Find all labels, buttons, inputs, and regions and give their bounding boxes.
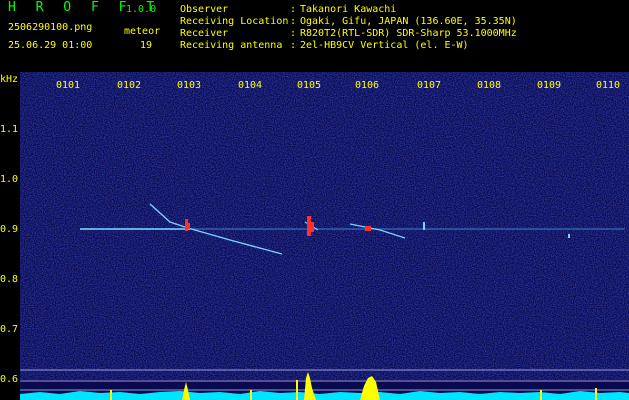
receiver-separator: :: [290, 28, 297, 39]
receiver-value: R820T2(RTL-SDR) SDR-Sharp 53.1000MHz: [300, 28, 517, 39]
noise-spot: [423, 222, 425, 230]
meteor-label: meteor: [124, 26, 161, 37]
x-tick-label: 0109: [537, 80, 562, 91]
location-value: Ogaki, Gifu, JAPAN (136.60E, 35.35N): [300, 16, 517, 27]
amplitude-peak: [250, 390, 252, 400]
amplitude-peak: [296, 380, 298, 400]
amplitude-peak: [595, 388, 597, 400]
date-time: 25.06.29 01:00: [8, 40, 93, 51]
x-tick-label: 0106: [355, 80, 380, 91]
app-version: 1.0.0: [126, 4, 157, 15]
observer-value: Takanori Kawachi: [300, 4, 397, 15]
location-label: Receiving Location: [180, 16, 289, 27]
y-tick-label: 1.1: [0, 124, 19, 135]
antenna-value: 2el-HB9CV Vertical (el. E-W): [300, 40, 469, 51]
file-name: 2506290100.png: [8, 22, 93, 33]
spectrogram-plot: [20, 72, 629, 400]
x-tick-label: 0101: [56, 80, 81, 91]
header-panel: H R O F F T 1.0.0 2506290100.png 25.06.2…: [0, 0, 629, 72]
x-tick-label: 0107: [417, 80, 442, 91]
antenna-label: Receiving antenna: [180, 40, 283, 51]
amplitude-peak: [110, 390, 112, 400]
y-tick-label: 0.9: [0, 224, 19, 235]
y-axis-unit: kHz: [0, 74, 19, 85]
y-tick-label: 0.6: [0, 374, 19, 385]
x-tick-label: 0103: [177, 80, 202, 91]
x-tick-label: 0105: [297, 80, 322, 91]
x-tick-label: 0102: [117, 80, 142, 91]
noise-spot: [568, 234, 570, 238]
y-tick-label: 0.7: [0, 324, 19, 335]
location-separator: :: [290, 16, 297, 27]
x-tick-label: 0104: [238, 80, 263, 91]
x-tick-label: 0108: [477, 80, 502, 91]
amplitude-peak: [540, 390, 542, 400]
meteor-burst: [365, 226, 371, 231]
observer-label: Observer: [180, 4, 229, 15]
y-tick-label: 0.8: [0, 274, 19, 285]
meteor-count: 19: [140, 40, 153, 51]
observer-separator: :: [290, 4, 297, 15]
x-tick-label: 0110: [596, 80, 621, 91]
y-axis: [0, 72, 20, 400]
spectrogram-noise: [20, 72, 629, 380]
y-tick-label: 1.0: [0, 174, 19, 185]
receiver-label: Receiver: [180, 28, 229, 39]
antenna-separator: :: [290, 40, 297, 51]
